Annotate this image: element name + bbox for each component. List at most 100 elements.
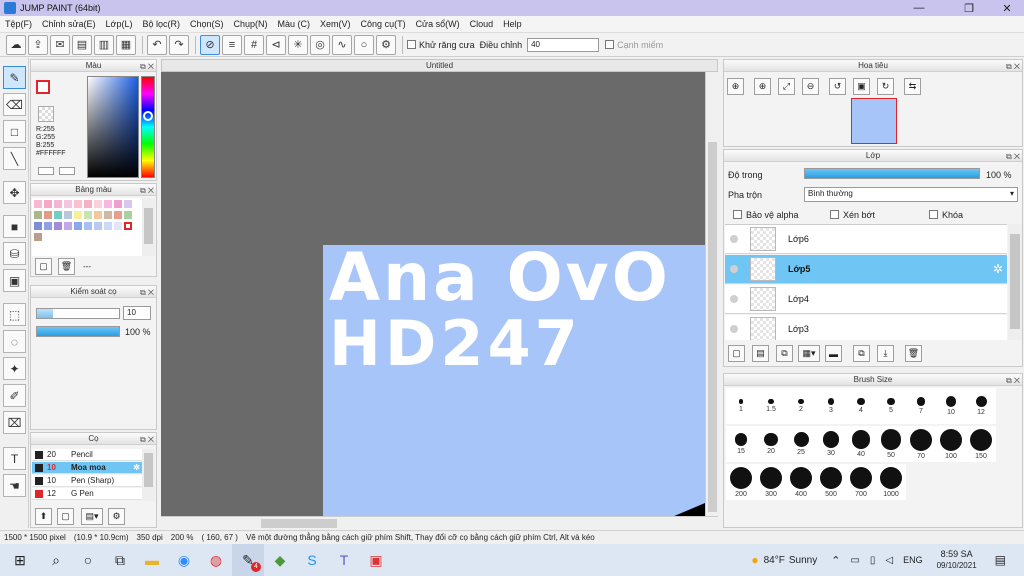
palette-swatch[interactable]	[64, 222, 72, 230]
palette-more[interactable]: ---	[83, 262, 91, 271]
palette-swatch[interactable]	[74, 200, 82, 208]
eraser-tool-icon[interactable]: ⌫	[3, 93, 26, 116]
cortana-icon[interactable]: ○	[72, 544, 104, 576]
layer-opacity-slider[interactable]	[804, 168, 980, 179]
file-explorer-icon[interactable]: ▬	[136, 544, 168, 576]
palette-swatch[interactable]	[54, 222, 62, 230]
language-indicator[interactable]: ENG	[903, 555, 923, 565]
volume-icon[interactable]: ◁	[885, 555, 893, 566]
palette-swatch[interactable]	[34, 222, 42, 230]
teams-icon[interactable]: T	[328, 544, 360, 576]
clock[interactable]: 8:59 SA 09/10/2021	[937, 549, 977, 571]
weather-temp[interactable]: 84°F	[764, 555, 785, 566]
brush-size-option[interactable]: 2	[786, 388, 816, 424]
hue-slider[interactable]	[141, 76, 155, 178]
brush-size-option[interactable]: 200	[726, 464, 756, 500]
brush-add-icon[interactable]: ⬆	[35, 508, 52, 525]
fill-rect-tool-icon[interactable]: ■	[3, 215, 26, 238]
palette-swatch[interactable]	[84, 200, 92, 208]
grid-ruler-icon[interactable]: #	[244, 34, 264, 55]
rotate-right-icon[interactable]: ↻	[877, 78, 894, 95]
brush-item-g-pen[interactable]: 12 G Pen	[32, 488, 142, 500]
color-mode-button-2[interactable]	[59, 167, 75, 175]
new-layer-icon[interactable]: ▢	[728, 345, 745, 362]
eye-icon[interactable]	[730, 295, 738, 303]
palette-swatch[interactable]	[94, 211, 102, 219]
concentric-icon[interactable]: ◎	[310, 34, 330, 55]
brush-size-option[interactable]: 700	[846, 464, 876, 500]
brush-size-option[interactable]: 1.5	[756, 388, 786, 424]
canvas-tab[interactable]: Untitled	[161, 59, 718, 72]
menu-filter[interactable]: Bộ lọc(R)	[137, 19, 185, 29]
paint-app-icon[interactable]: ▣	[360, 544, 392, 576]
hue-handle[interactable]	[143, 111, 153, 121]
notification-icon[interactable]: ▤	[995, 553, 1006, 567]
parallel-ruler-icon[interactable]: ≡	[222, 34, 242, 55]
layer-row-3[interactable]: Lớp3	[725, 315, 1007, 340]
brush-size-option[interactable]: 20	[756, 426, 786, 462]
brush-size-slider[interactable]	[36, 308, 120, 319]
palette-swatch[interactable]	[54, 211, 62, 219]
menu-select[interactable]: Chọn(S)	[185, 19, 229, 29]
palette-scrollbar[interactable]	[142, 198, 155, 256]
palette-swatch[interactable]	[104, 211, 112, 219]
menu-help[interactable]: Help	[498, 19, 527, 29]
ellipse-icon[interactable]: ○	[354, 34, 374, 55]
palette-swatch[interactable]	[94, 222, 102, 230]
brush-size-option[interactable]: 1	[726, 388, 756, 424]
brush-size-option[interactable]: 4	[846, 388, 876, 424]
minimize-button[interactable]: —	[904, 0, 934, 16]
canvas-area[interactable]: Ana OvO HD247	[161, 72, 718, 517]
text-tool-icon[interactable]: T	[3, 447, 26, 470]
menu-file[interactable]: Tệp(F)	[0, 19, 37, 29]
jump-paint-taskbar-icon[interactable]: ✎ 4	[232, 544, 264, 576]
hand-tool-icon[interactable]: ☚	[3, 474, 26, 497]
message-icon[interactable]: ▤	[72, 34, 92, 55]
zoom-in-icon[interactable]: ⊕	[727, 78, 744, 95]
new-page-icon[interactable]: ▢	[35, 258, 52, 275]
magic-wand-icon[interactable]: ✦	[3, 357, 26, 380]
brush-size-option[interactable]: 50	[876, 426, 906, 462]
brush-size-option[interactable]: 1000	[876, 464, 906, 500]
palette-swatch[interactable]	[94, 200, 102, 208]
fit-icon[interactable]: ⤢	[778, 78, 795, 95]
brush-size-option[interactable]: 100	[936, 426, 966, 462]
palette-swatch[interactable]	[74, 222, 82, 230]
palette-swatch[interactable]	[44, 200, 52, 208]
rectangle-tool-icon[interactable]: □	[3, 120, 26, 143]
palette-swatch[interactable]	[84, 211, 92, 219]
brush-size-option[interactable]: 3	[816, 388, 846, 424]
move-tool-icon[interactable]: ✥	[3, 181, 26, 204]
upload-icon[interactable]: ⇪	[28, 34, 48, 55]
palette-swatch-selected[interactable]	[124, 222, 132, 230]
brush-size-option[interactable]: 500	[816, 464, 846, 500]
palette-swatch[interactable]	[84, 222, 92, 230]
menu-capture[interactable]: Chụp(N)	[229, 19, 273, 29]
select-eraser-icon[interactable]: ⌧	[3, 411, 26, 434]
menu-tools[interactable]: Công cụ(T)	[356, 19, 411, 29]
brush-size-option[interactable]: 5	[876, 388, 906, 424]
no-ruler-icon[interactable]: ⊘	[200, 34, 220, 55]
transparent-color-swatch[interactable]	[38, 106, 54, 122]
menu-window[interactable]: Cửa sổ(W)	[411, 19, 465, 29]
layer-row-5[interactable]: Lớp5 ✲	[725, 255, 1007, 284]
brush-size-option[interactable]: 15	[726, 426, 756, 462]
eye-icon[interactable]	[730, 235, 738, 243]
palette-swatch[interactable]	[104, 200, 112, 208]
protect-alpha-checkbox[interactable]	[733, 210, 742, 219]
maximize-button[interactable]: ❐	[954, 0, 984, 16]
palette-swatch[interactable]	[124, 211, 132, 219]
brush-size-option[interactable]: 400	[786, 464, 816, 500]
panel-close-icon[interactable]: ⧉ ✕	[140, 287, 154, 299]
palette-swatch[interactable]	[114, 222, 122, 230]
comment-icon[interactable]: ✉	[50, 34, 70, 55]
layer-row-6[interactable]: Lớp6	[725, 225, 1007, 254]
brush-item-pen-sharp[interactable]: 10 Pen (Sharp)	[32, 475, 142, 487]
trash-icon[interactable]: 🗑	[58, 258, 75, 275]
merge-icon[interactable]: ⤓	[877, 345, 894, 362]
canvas-vertical-scrollbar[interactable]	[705, 72, 718, 517]
copy-layer-icon[interactable]: ⧉	[776, 345, 793, 362]
brush-settings-icon[interactable]: ⚙	[108, 508, 125, 525]
palette-swatch[interactable]	[34, 211, 42, 219]
palette-swatch[interactable]	[34, 233, 42, 241]
